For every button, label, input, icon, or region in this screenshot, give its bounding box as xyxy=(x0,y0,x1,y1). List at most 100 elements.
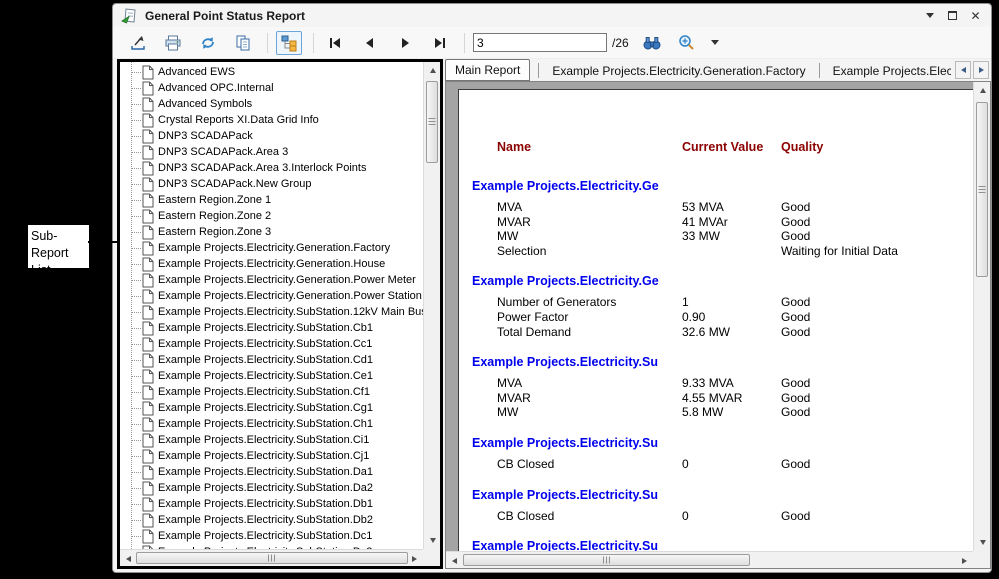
sub-report-tree-item[interactable]: Example Projects.Electricity.SubStation.… xyxy=(120,448,423,464)
close-button[interactable]: ✕ xyxy=(968,8,983,23)
scrollbar-thumb[interactable] xyxy=(136,552,408,564)
sub-report-tree-item[interactable]: Example Projects.Electricity.SubStation.… xyxy=(120,304,423,320)
window-menu-button[interactable] xyxy=(922,8,937,23)
scroll-left-button[interactable] xyxy=(120,550,137,567)
sub-report-tree-item[interactable]: Advanced Symbols xyxy=(120,96,423,112)
sub-report-tree-item[interactable]: Advanced EWS xyxy=(120,64,423,80)
tab-example-projects-electricity-substati[interactable]: Example Projects.Electricity.SubStati xyxy=(822,61,951,81)
scroll-down-button[interactable] xyxy=(974,534,991,551)
sub-report-tree-item[interactable]: Example Projects.Electricity.SubStation.… xyxy=(120,512,423,528)
sub-report-name: Advanced Symbols xyxy=(158,98,252,110)
tree-connector-line xyxy=(131,62,132,549)
arrow-down-icon xyxy=(430,538,436,543)
quality: Good xyxy=(781,215,810,229)
copy-button[interactable] xyxy=(230,31,256,55)
sub-report-tree-item[interactable]: Example Projects.Electricity.SubStation.… xyxy=(120,336,423,352)
scroll-right-button[interactable] xyxy=(406,550,423,567)
tree-branch-line xyxy=(131,200,141,201)
toolbar-separator xyxy=(464,33,465,53)
report-row: MW33 MWGood xyxy=(459,229,973,244)
group-header: Example Projects.Electricity.Ge xyxy=(472,179,973,194)
sub-report-tree-item[interactable]: DNP3 SCADAPack.Area 3.Interlock Points xyxy=(120,160,423,176)
sub-report-tree: Advanced EWS Advanced OPC.Internal Advan… xyxy=(120,62,423,549)
scrollbar-thumb[interactable] xyxy=(426,81,438,163)
report-group: Example Projects.Electricity.SuMVA9.33 M… xyxy=(459,355,973,420)
report-horizontal-scrollbar[interactable] xyxy=(446,551,973,568)
sub-report-tree-item[interactable]: Example Projects.Electricity.SubStation.… xyxy=(120,480,423,496)
sub-report-tree-item[interactable]: Advanced OPC.Internal xyxy=(120,80,423,96)
sub-report-tree-item[interactable]: Eastern Region.Zone 1 xyxy=(120,192,423,208)
tab-scroll-right-button[interactable] xyxy=(973,61,989,79)
scrollbar-thumb[interactable] xyxy=(976,102,988,277)
document-icon xyxy=(142,481,154,496)
zoom-button[interactable] xyxy=(674,31,700,55)
tree-branch-line xyxy=(131,296,141,297)
scroll-left-button[interactable] xyxy=(446,552,463,569)
sub-report-tree-item[interactable]: Example Projects.Electricity.Generation.… xyxy=(120,288,423,304)
zoom-dropdown-icon[interactable] xyxy=(711,40,719,45)
scroll-right-button[interactable] xyxy=(956,552,973,569)
sub-report-tree-item[interactable]: Example Projects.Electricity.SubStation.… xyxy=(120,416,423,432)
sub-report-tree-item[interactable]: Example Projects.Electricity.SubStation.… xyxy=(120,368,423,384)
first-page-button[interactable] xyxy=(322,31,348,55)
scroll-down-button[interactable] xyxy=(424,532,441,549)
copy-icon xyxy=(234,34,252,52)
sub-report-tree-item[interactable]: Example Projects.Electricity.SubStation.… xyxy=(120,496,423,512)
sub-report-tree-item[interactable]: Eastern Region.Zone 2 xyxy=(120,208,423,224)
document-icon xyxy=(142,177,154,192)
tab-scroll-left-button[interactable] xyxy=(955,61,971,79)
tree-horizontal-scrollbar[interactable] xyxy=(120,549,423,566)
maximize-button[interactable] xyxy=(945,8,960,23)
sub-report-tree-item[interactable]: DNP3 SCADAPack xyxy=(120,128,423,144)
sub-report-tree-item[interactable]: Crystal Reports XI.Data Grid Info xyxy=(120,112,423,128)
window-title: General Point Status Report xyxy=(145,9,305,23)
export-button[interactable] xyxy=(125,31,151,55)
print-button[interactable] xyxy=(160,31,186,55)
next-page-button[interactable] xyxy=(392,31,418,55)
tab-example-projects-electricity-generation-factory[interactable]: Example Projects.Electricity.Generation.… xyxy=(541,61,816,81)
scroll-up-button[interactable] xyxy=(974,82,991,99)
sub-report-tree-item[interactable]: Eastern Region.Zone 3 xyxy=(120,224,423,240)
export-icon xyxy=(129,34,147,52)
quality: Good xyxy=(781,200,810,214)
report-column-headers: NameCurrent ValueQuality xyxy=(459,140,973,155)
sub-report-tree-item[interactable]: Example Projects.Electricity.SubStation.… xyxy=(120,528,423,544)
tab-main-report[interactable]: Main Report xyxy=(445,59,530,81)
sub-report-tree-item[interactable]: Example Projects.Electricity.SubStation.… xyxy=(120,432,423,448)
sub-report-tree-item[interactable]: Example Projects.Electricity.Generation.… xyxy=(120,256,423,272)
report-window: General Point Status Report ✕ xyxy=(112,3,992,573)
point-name: MVAR xyxy=(497,215,531,229)
find-button[interactable] xyxy=(639,31,665,55)
sub-report-name: Advanced EWS xyxy=(158,66,235,78)
tree-branch-line xyxy=(131,104,141,105)
callout-line xyxy=(88,241,119,243)
page-number-input[interactable] xyxy=(473,33,607,52)
document-icon xyxy=(142,289,154,304)
toggle-group-tree-button[interactable] xyxy=(276,31,302,55)
scrollbar-thumb[interactable] xyxy=(463,554,750,566)
tree-vertical-scrollbar[interactable] xyxy=(423,62,440,549)
scroll-up-button[interactable] xyxy=(424,62,441,79)
report-row: Power Factor0.90Good xyxy=(459,310,973,325)
sub-report-tree-item[interactable]: Example Projects.Electricity.SubStation.… xyxy=(120,384,423,400)
arrow-right-icon xyxy=(979,67,984,73)
sub-report-tree-item[interactable]: DNP3 SCADAPack.Area 3 xyxy=(120,144,423,160)
tree-branch-line xyxy=(131,312,141,313)
sub-report-name: Example Projects.Electricity.SubStation.… xyxy=(158,402,373,414)
report-vertical-scrollbar[interactable] xyxy=(973,82,990,551)
sub-report-tree-item[interactable]: Example Projects.Electricity.SubStation.… xyxy=(120,400,423,416)
group-tree-icon xyxy=(280,34,298,52)
point-name: Total Demand xyxy=(497,325,571,339)
last-page-button[interactable] xyxy=(427,31,453,55)
sub-report-tree-item[interactable]: Example Projects.Electricity.SubStation.… xyxy=(120,320,423,336)
previous-page-button[interactable] xyxy=(357,31,383,55)
sub-report-tree-item[interactable]: Example Projects.Electricity.Generation.… xyxy=(120,272,423,288)
sub-report-tree-item[interactable]: Example Projects.Electricity.SubStation.… xyxy=(120,352,423,368)
sub-report-tree-item[interactable]: Example Projects.Electricity.Generation.… xyxy=(120,240,423,256)
sub-report-tree-item[interactable]: Example Projects.Electricity.SubStation.… xyxy=(120,464,423,480)
report-page-viewport: NameCurrent ValueQuality Example Project… xyxy=(446,82,973,551)
sub-report-name: DNP3 SCADAPack.Area 3 xyxy=(158,146,288,158)
sub-report-tree-item[interactable]: DNP3 SCADAPack.New Group xyxy=(120,176,423,192)
group-header: Example Projects.Electricity.Su xyxy=(472,436,973,451)
refresh-button[interactable] xyxy=(195,31,221,55)
